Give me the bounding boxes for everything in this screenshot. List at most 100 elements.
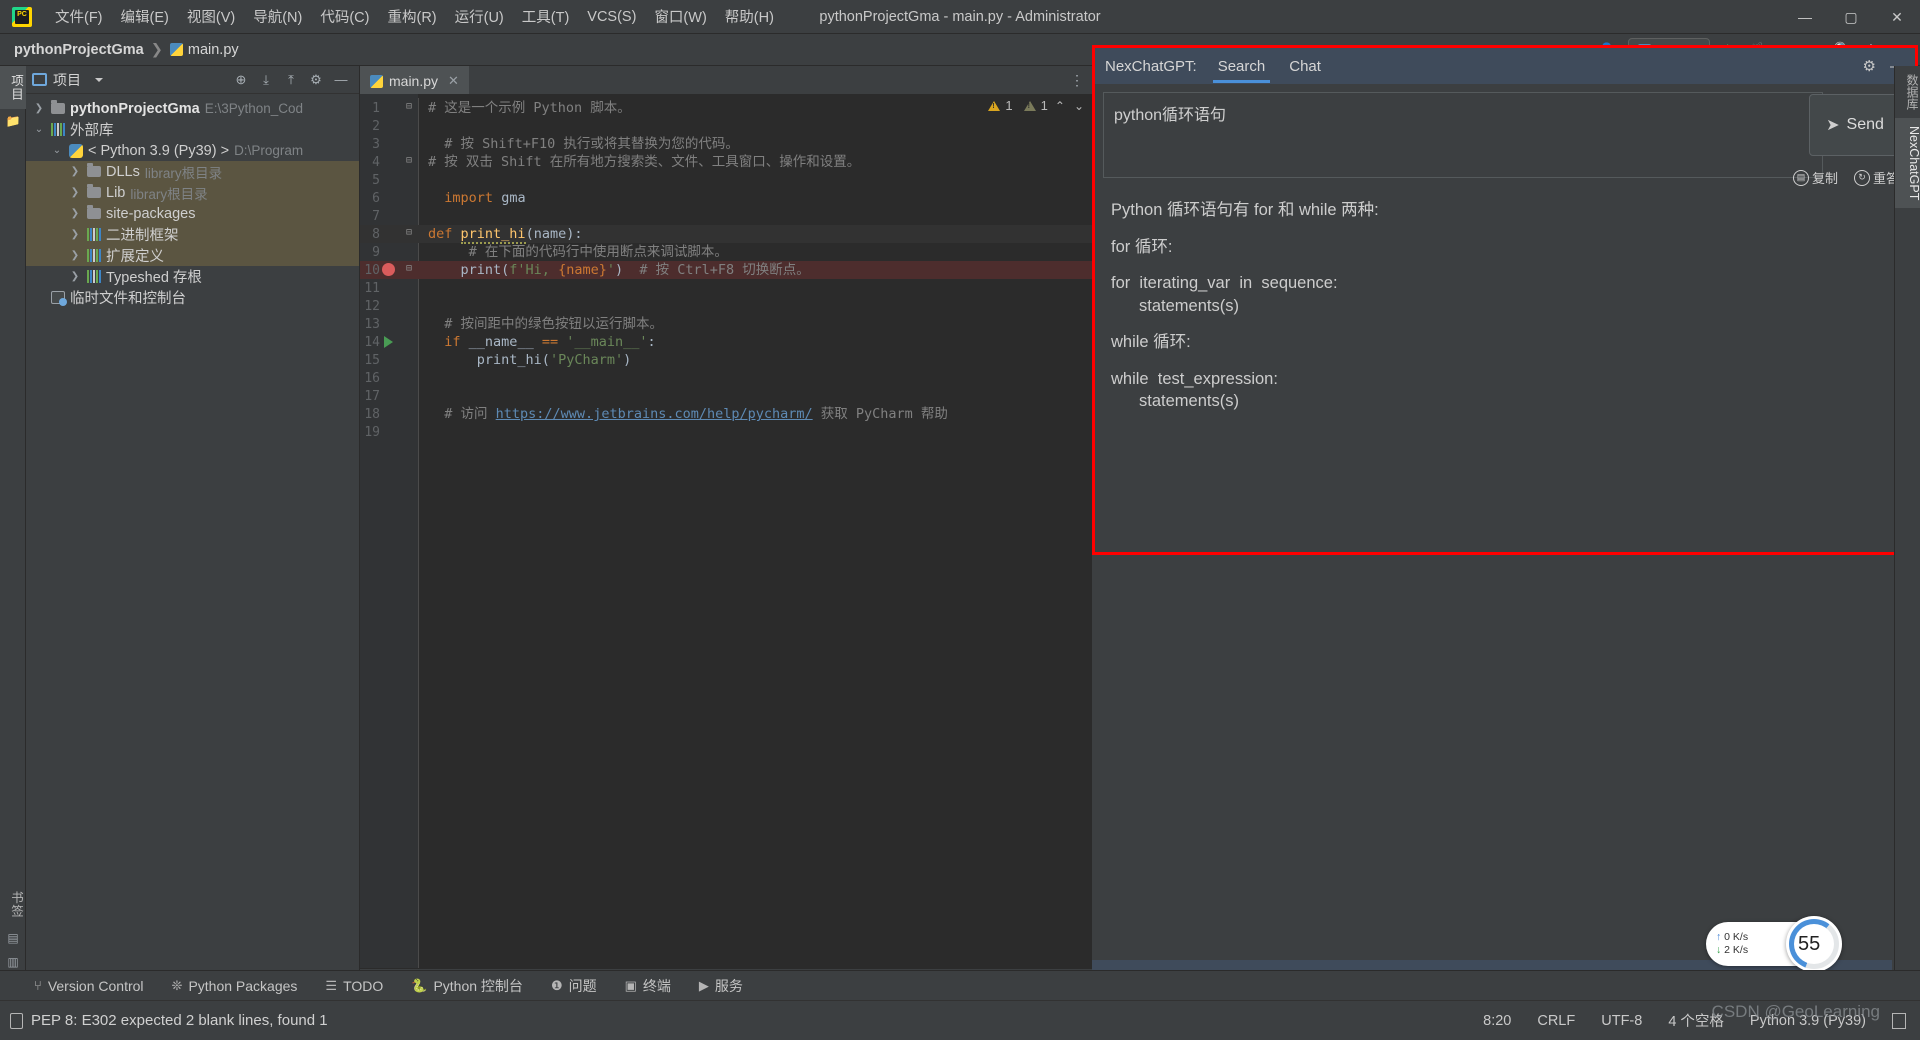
line-separator[interactable]: CRLF [1537,1013,1575,1029]
close-button[interactable]: ✕ [1874,0,1920,34]
chevron-down-icon[interactable]: ⌄ [32,124,46,135]
tree-item-3[interactable]: ❯ DLLs library根目录 [26,161,359,182]
tree-item-1[interactable]: ⌄ 外部库 [26,119,359,140]
menu-item-2[interactable]: 视图(V) [178,2,244,31]
next-problem-icon[interactable]: ⌄ [1072,99,1086,113]
bottom-tool-todo[interactable]: ☰ TODO [325,978,383,994]
structure-icon[interactable]: ▤ [0,926,26,950]
answer-line-4: while 循环: [1111,333,1191,351]
upload-speed: 0 K/s [1724,931,1749,943]
menu-item-3[interactable]: 导航(N) [244,2,311,31]
copy-button[interactable]: ▤ 复制 [1792,168,1838,187]
chevron-right-icon[interactable]: ❯ [68,208,82,219]
tree-item-label: Lib [106,184,126,201]
line-number: 9 [372,245,380,260]
run-gutter-icon[interactable] [384,336,393,348]
code-content[interactable]: # 这是一个示例 Python 脚本。 # 按 Shift+F10 执行或将其替… [418,94,1092,968]
tree-item-5[interactable]: ❯ site-packages [26,203,359,224]
search-input[interactable]: python循环语句 [1103,92,1823,178]
tree-item-4[interactable]: ❯ Lib library根目录 [26,182,359,203]
collapse-all-icon[interactable]: ⤒ [279,68,303,92]
tree-item-6[interactable]: ❯ 二进制框架 [26,224,359,245]
sidebar-item-database[interactable]: 数据库 [1895,66,1920,118]
folder-icon[interactable]: 📁 [0,109,26,133]
code-line: import gma [444,190,526,206]
chevron-right-icon[interactable]: ❯ [32,103,46,114]
line-number: 12 [364,299,380,314]
breadcrumb-project[interactable]: pythonProjectGma [14,42,144,58]
cpu-usage-unit: % [1820,938,1831,950]
tree-item-8[interactable]: ❯ Typeshed 存根 [26,266,359,287]
file-encoding[interactable]: UTF-8 [1601,1013,1642,1029]
answer-content: Python 循环语句有 for 和 while 两种: for 循环: for i… [1101,196,1897,546]
menu-item-5[interactable]: 重构(R) [378,2,445,31]
answer-line-3: statements(s) [1139,296,1239,315]
branch-icon: ⑂ [34,978,42,993]
bottom-tool-问题[interactable]: ❶ 问题 [551,976,597,996]
chevron-right-icon[interactable]: ❯ [68,271,82,282]
python-interpreter[interactable]: Python 3.9 (Py39) [1750,1013,1866,1029]
hide-panel-icon[interactable]: — [329,68,353,92]
editor-gutter[interactable]: 1 ⊟ 2 3 4 ⊟ 5 6 7 8 ⊟ 9 10 ⊟ 11 12 13 14 15 16 17 18 19 [360,94,418,968]
cpu-usage-ring[interactable]: 55% [1786,916,1842,972]
chevron-right-icon[interactable]: ❯ [68,166,82,177]
bottom-tool-python-packages[interactable]: ❊ Python Packages [172,978,298,994]
code-line: # 按间距中的绿色按钮以运行脚本。 [444,316,664,332]
tree-item-0[interactable]: ❯ pythonProjectGma E:\3Python_Cod [26,98,359,119]
tab-chat[interactable]: Chat [1286,50,1324,83]
plugin-header: NexChatGPT: Search Chat ⚙ — [1095,48,1915,84]
close-icon[interactable]: ✕ [448,73,459,89]
fold-marker[interactable]: ⊟ [406,155,412,166]
tab-search[interactable]: Search [1212,50,1270,83]
sidebar-item-nexchatgpt[interactable]: NexChatGPT [1895,118,1920,209]
locate-icon[interactable]: ⊕ [229,68,253,92]
chevron-right-icon[interactable]: ❯ [68,187,82,198]
menu-item-0[interactable]: 文件(F) [46,2,112,31]
chevron-right-icon[interactable]: ❯ [68,250,82,261]
sidebar-item-project[interactable]: 项目 [0,66,26,109]
project-icon [32,73,47,86]
menu-item-1[interactable]: 编辑(E) [112,2,178,31]
menu-item-4[interactable]: 代码(C) [311,2,378,31]
sidebar-item-bookmarks[interactable]: 书签 [0,883,26,926]
menu-item-7[interactable]: 工具(T) [513,2,579,31]
menu-item-6[interactable]: 运行(U) [446,2,513,31]
fold-marker[interactable]: ⊟ [406,227,412,238]
breakpoint-marker[interactable] [382,263,395,276]
chevron-right-icon[interactable]: ❯ [68,229,82,240]
bottom-tool-python-控制台[interactable]: 🐍 Python 控制台 [411,976,523,996]
fold-marker[interactable]: ⊟ [406,263,412,274]
previous-problem-icon[interactable]: ⌃ [1053,99,1067,113]
chevron-down-icon[interactable]: ⌄ [50,145,64,156]
minimize-button[interactable]: — [1782,0,1828,34]
bottom-tool-version-control[interactable]: ⑂ Version Control [34,978,144,994]
expand-all-icon[interactable]: ⤓ [254,68,278,92]
menu-item-9[interactable]: 窗口(W) [645,2,715,31]
bottom-tool-服务[interactable]: ▶ 服务 [699,976,743,996]
breadcrumb-file[interactable]: main.py [169,42,239,58]
tree-item-label: < Python 3.9 (Py39) > [88,142,230,159]
send-button[interactable]: ➤ Send [1809,94,1901,156]
services-icon: ▶ [698,977,709,993]
chevron-down-icon[interactable] [95,77,103,82]
memory-indicator-icon[interactable] [1892,1012,1906,1029]
gear-icon[interactable]: ⚙ [1863,57,1876,75]
caret-position[interactable]: 8:20 [1483,1013,1511,1029]
settings-icon[interactable]: ⚙ [304,68,328,92]
menu-item-10[interactable]: 帮助(H) [716,2,783,31]
code-editor[interactable]: 1 ⊟ 2 3 4 ⊟ 5 6 7 8 ⊟ 9 10 ⊟ 11 12 13 14 15 16 17 18 19 # 这是一个… [360,94,1092,968]
indent-setting[interactable]: 4 个空格 [1668,1010,1724,1031]
tree-item-9[interactable]: 临时文件和控制台 [26,287,359,308]
left-tool-strip: 项目 📁 书签 ▤ ▥ ⋯ [0,66,26,998]
bottom-tool-终端[interactable]: ▣ 终端 [625,976,671,996]
maximize-button[interactable]: ▢ [1828,0,1874,34]
tab-main-py[interactable]: main.py ✕ [360,66,469,94]
project-panel-title[interactable]: 项目 [32,70,81,90]
todo-icon: ☰ [325,977,338,993]
fold-marker[interactable]: ⊟ [406,101,412,112]
tree-item-2[interactable]: ⌄ < Python 3.9 (Py39) > D:\Program [26,140,359,161]
tree-item-7[interactable]: ❯ 扩展定义 [26,245,359,266]
editor-tab-options-icon[interactable]: ⋮ [1070,66,1092,94]
menu-item-8[interactable]: VCS(S) [578,5,645,29]
regenerate-button[interactable]: ↻ 重答 [1853,168,1899,187]
